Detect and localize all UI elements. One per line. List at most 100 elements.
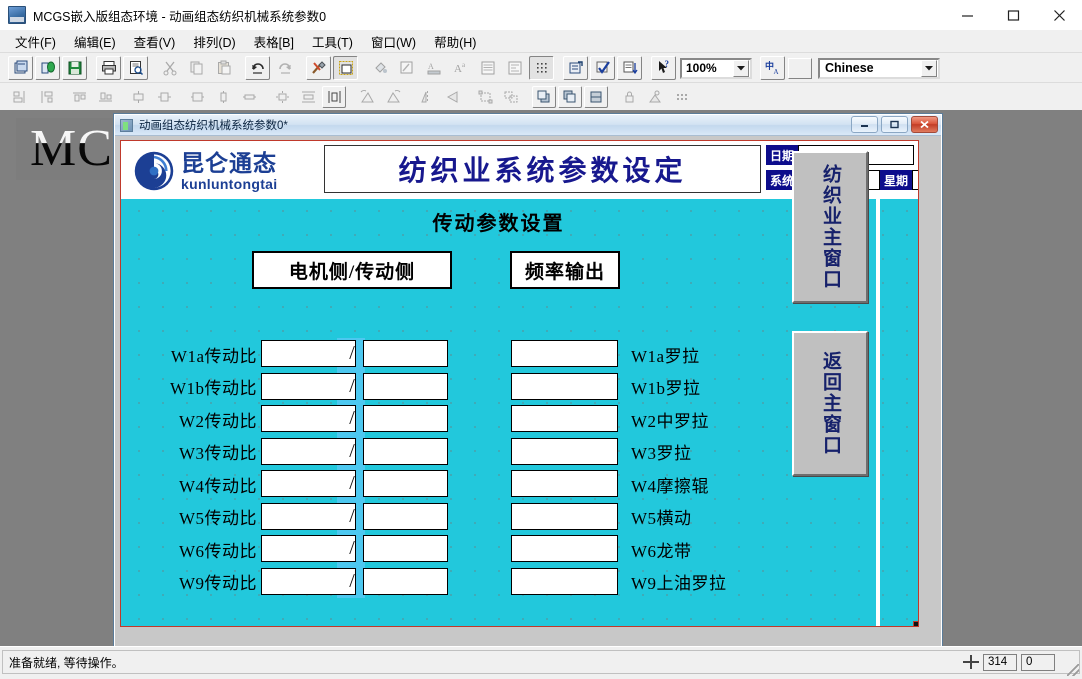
menu-window[interactable]: 窗口(W) xyxy=(362,30,425,53)
menu-arrange[interactable]: 排列(D) xyxy=(184,30,244,53)
frequency-input[interactable] xyxy=(511,502,618,530)
input-method-icon[interactable]: 中A xyxy=(760,56,785,80)
align-bottom-icon[interactable] xyxy=(93,86,117,108)
check-icon[interactable] xyxy=(590,56,615,80)
resize-grip[interactable] xyxy=(1067,664,1079,676)
rotate-right-icon[interactable] xyxy=(381,86,405,108)
frequency-input[interactable] xyxy=(511,437,618,465)
menu-edit[interactable]: 编辑(E) xyxy=(65,30,125,53)
row-target-label: W5横动 xyxy=(631,509,692,529)
new-window-icon[interactable] xyxy=(8,56,33,80)
row-target-label: W1b罗拉 xyxy=(631,379,701,399)
rotate-left-icon[interactable] xyxy=(355,86,379,108)
flip-horizontal-icon[interactable] xyxy=(440,86,464,108)
space-horizontal-icon[interactable] xyxy=(322,86,346,108)
same-height-icon[interactable] xyxy=(211,86,235,108)
child-close-button[interactable] xyxy=(911,116,938,133)
denominator-input[interactable] xyxy=(363,437,448,465)
object-properties-icon[interactable] xyxy=(563,56,588,80)
ungroup-icon[interactable] xyxy=(499,86,523,108)
frequency-input[interactable] xyxy=(511,567,618,595)
layer-icon[interactable] xyxy=(584,86,608,108)
line-color-icon[interactable] xyxy=(394,56,419,80)
redo-icon[interactable] xyxy=(272,56,297,80)
font-icon[interactable]: Aa xyxy=(448,56,473,80)
help-pointer-icon[interactable]: ? xyxy=(651,56,676,80)
denominator-input[interactable] xyxy=(363,567,448,595)
menu-file[interactable]: 文件(F) xyxy=(6,30,65,53)
denominator-input[interactable] xyxy=(363,502,448,530)
denominator-input[interactable] xyxy=(363,340,448,367)
menu-table[interactable]: 表格[B] xyxy=(245,30,303,53)
selection-handle[interactable] xyxy=(913,621,918,626)
frequency-input[interactable] xyxy=(511,372,618,400)
flip-vertical-icon[interactable] xyxy=(414,86,438,108)
menu-help[interactable]: 帮助(H) xyxy=(425,30,485,53)
lock-icon[interactable] xyxy=(617,86,641,108)
save-icon[interactable] xyxy=(62,56,87,80)
child-restore-button[interactable] xyxy=(881,116,908,133)
paste-icon[interactable] xyxy=(211,56,236,80)
nav-textile-main-window[interactable]: 纺织业主窗口 xyxy=(792,151,868,303)
copy-icon[interactable] xyxy=(184,56,209,80)
nav-back-main-window-label: 返回主窗口 xyxy=(819,351,841,456)
fill-color-icon[interactable] xyxy=(367,56,392,80)
tools-icon[interactable] xyxy=(306,56,331,80)
numerator-input[interactable] xyxy=(261,437,356,465)
numerator-input[interactable] xyxy=(261,405,356,432)
send-back-icon[interactable] xyxy=(558,86,582,108)
chevron-down-icon[interactable] xyxy=(921,59,937,77)
zoom-combobox[interactable]: 100% xyxy=(680,57,752,79)
sort-icon[interactable] xyxy=(617,56,642,80)
numerator-input[interactable] xyxy=(261,535,356,562)
maximize-button[interactable] xyxy=(990,0,1036,30)
numerator-input[interactable] xyxy=(261,567,356,595)
minimize-button[interactable] xyxy=(944,0,990,30)
frequency-input[interactable] xyxy=(511,405,618,432)
menu-view[interactable]: 查看(V) xyxy=(125,30,185,53)
center-vertical-icon[interactable] xyxy=(126,86,150,108)
paragraph-icon[interactable] xyxy=(502,56,527,80)
child-minimize-button[interactable] xyxy=(851,116,878,133)
space-even-icon[interactable] xyxy=(270,86,294,108)
weekday-value[interactable] xyxy=(912,170,918,190)
text-color-icon[interactable]: A xyxy=(421,56,446,80)
same-width-icon[interactable] xyxy=(237,86,261,108)
align-left-icon[interactable] xyxy=(8,86,32,108)
undo-icon[interactable] xyxy=(245,56,270,80)
print-preview-icon[interactable] xyxy=(123,56,148,80)
same-size-icon[interactable] xyxy=(185,86,209,108)
window-properties-icon[interactable] xyxy=(333,56,358,80)
dots-icon[interactable] xyxy=(669,86,693,108)
close-button[interactable] xyxy=(1036,0,1082,30)
group-icon[interactable] xyxy=(473,86,497,108)
print-icon[interactable] xyxy=(96,56,121,80)
numerator-input[interactable] xyxy=(261,372,356,400)
denominator-input[interactable] xyxy=(363,535,448,562)
bring-front-icon[interactable] xyxy=(532,86,556,108)
unlock-icon[interactable] xyxy=(643,86,667,108)
open-database-icon[interactable] xyxy=(35,56,60,80)
denominator-input[interactable] xyxy=(363,405,448,432)
chevron-down-icon[interactable] xyxy=(733,59,749,77)
frequency-input[interactable] xyxy=(511,340,618,367)
grid-icon[interactable] xyxy=(529,56,554,80)
numerator-input[interactable] xyxy=(261,470,356,497)
cut-icon[interactable] xyxy=(157,56,182,80)
numerator-input[interactable] xyxy=(261,502,356,530)
hmi-canvas[interactable]: 昆仑通态 kunluntongtai 纺织业系统参数设定 日期 星期 传动参数设… xyxy=(120,140,919,627)
space-vertical-icon[interactable] xyxy=(296,86,320,108)
align-right-icon[interactable] xyxy=(34,86,58,108)
denominator-input[interactable] xyxy=(363,470,448,497)
language-combobox[interactable]: Chinese xyxy=(818,57,940,79)
frequency-input[interactable] xyxy=(511,470,618,497)
align-top-icon[interactable] xyxy=(67,86,91,108)
frequency-input[interactable] xyxy=(511,535,618,562)
center-horizontal-icon[interactable] xyxy=(152,86,176,108)
denominator-input[interactable] xyxy=(363,372,448,400)
page-title-plate: 纺织业系统参数设定 xyxy=(324,145,761,193)
align-text-icon[interactable] xyxy=(475,56,500,80)
menu-tools[interactable]: 工具(T) xyxy=(303,30,362,53)
numerator-input[interactable] xyxy=(261,340,356,367)
nav-back-main-window[interactable]: 返回主窗口 xyxy=(792,331,868,476)
